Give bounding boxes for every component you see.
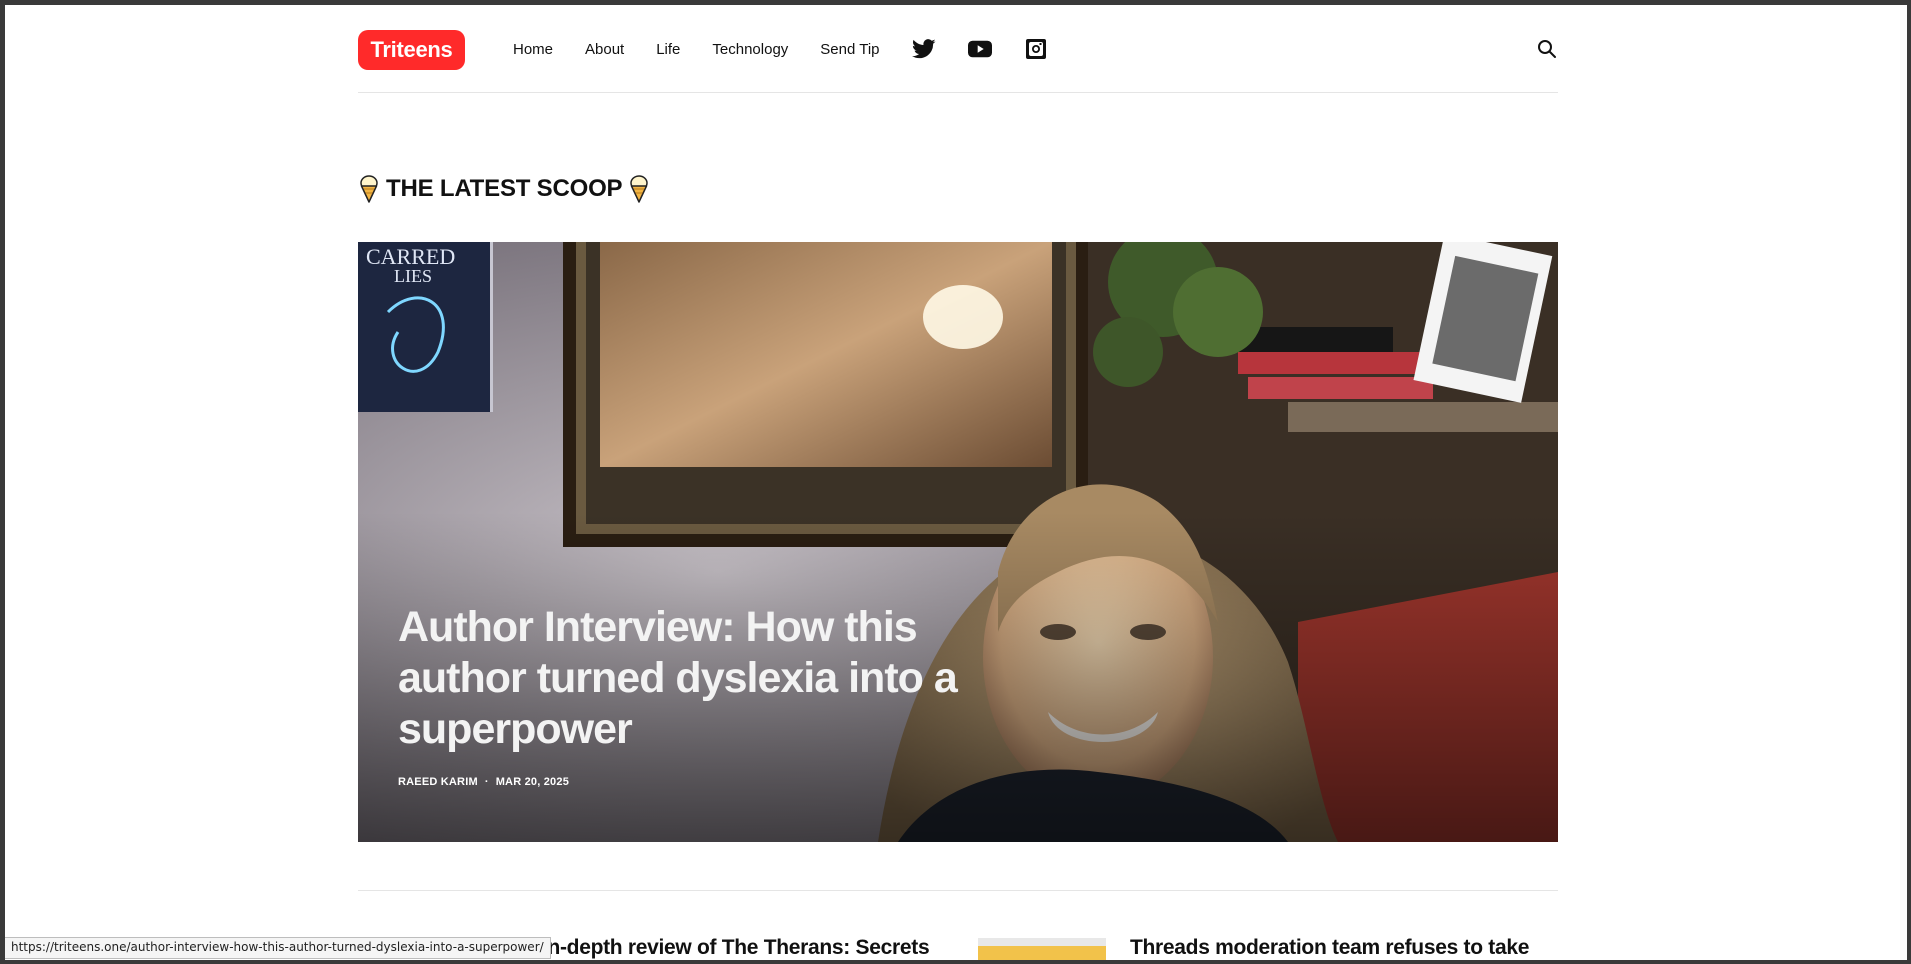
section-title: THE LATEST SCOOP [386,175,623,202]
window-frame-right [1907,0,1911,964]
ice-cream-icon [358,174,380,204]
social-links [911,37,1080,61]
site-logo[interactable]: Triteens [358,30,465,70]
window-frame-left [0,0,5,964]
nav-item-send-tip[interactable]: Send Tip [820,41,879,58]
featured-article-title[interactable]: Author Interview: How this author turned… [398,602,968,755]
article-date: MAR 20, 2025 [495,776,570,788]
ice-cream-icon [628,174,650,204]
twitter-icon[interactable] [911,37,936,61]
featured-article-meta: RAEED KARIM · MAR 20, 2025 [398,776,569,788]
thumbnail-top-strip [978,938,1106,946]
search-icon[interactable] [1536,38,1558,60]
window-frame-bottom [0,960,1911,964]
instagram-icon[interactable] [1024,37,1048,61]
nav-item-home[interactable]: Home [513,41,553,58]
article-author[interactable]: RAEED KARIM [398,776,478,788]
section-divider [358,890,1558,891]
meta-separator: · [484,776,489,788]
main-nav: Home About Life Technology Send Tip [513,5,1080,93]
browser-status-url: https://triteens.one/author-interview-ho… [5,937,551,959]
featured-article[interactable]: CARRED LIES Author Interview: How this a… [358,242,1558,842]
article-card-title[interactable]: Threads moderation team refuses to take [1130,936,1558,960]
nav-item-about[interactable]: About [585,41,624,58]
site-header: Triteens Home About Life Technology Send… [358,5,1558,93]
article-card-title[interactable]: An in-depth review of The Therans: Secre… [509,936,929,960]
nav-item-life[interactable]: Life [656,41,680,58]
nav-item-technology[interactable]: Technology [712,41,788,58]
section-heading: THE LATEST SCOOP [358,172,650,206]
youtube-icon[interactable] [967,37,992,61]
